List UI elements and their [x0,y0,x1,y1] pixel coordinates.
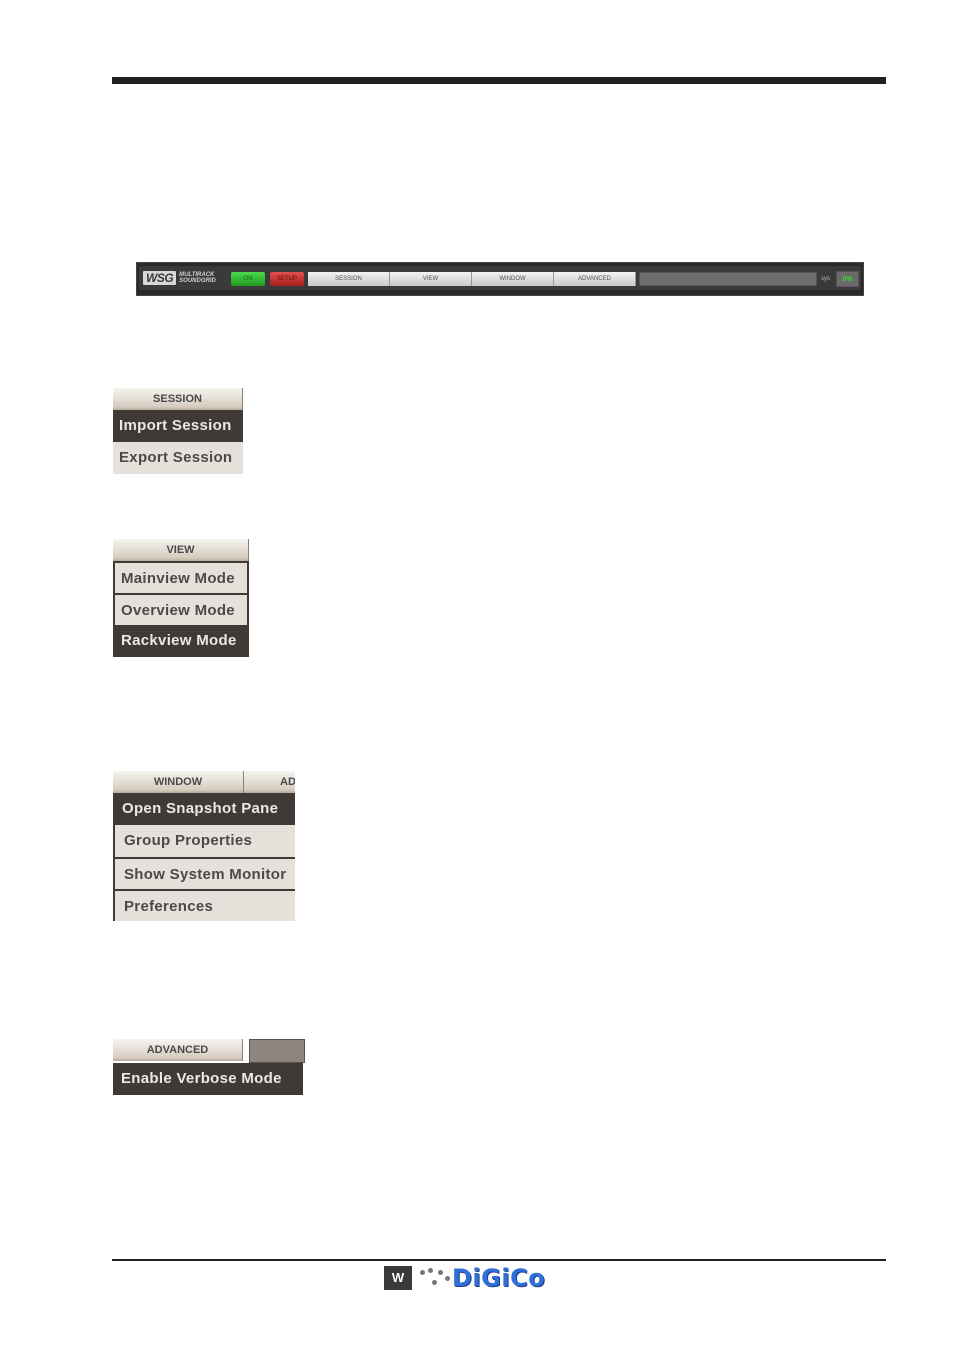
session-menu-button[interactable]: SESSION [308,272,390,286]
wsg-logo-text: MULTIRACK SOUNDGRID [179,272,216,284]
footer-rule [112,1259,886,1261]
menu-item-preferences[interactable]: Preferences [113,889,295,921]
waves-logo-icon: W [384,1266,412,1290]
status-field [639,272,817,286]
menu-item-import-session[interactable]: Import Session [113,410,243,442]
logo-line-2: SOUNDGRID [179,278,216,284]
menu-item-overview-mode[interactable]: Overview Mode [113,593,249,625]
menu-item-rackview-mode[interactable]: Rackview Mode [113,625,249,657]
menu-item-mainview-mode[interactable]: Mainview Mode [113,561,249,593]
footer-logo: W DiGiCo [384,1264,546,1292]
advanced-menu: ADVANCED Enable Verbose Mode [113,1039,305,1095]
sys-cpu-indicator: 0% [836,271,859,287]
menu-item-show-system-monitor[interactable]: Show System Monitor [113,857,295,889]
view-menu: VIEW Mainview Mode Overview Mode Rackvie… [113,539,249,657]
view-menu-button[interactable]: VIEW [390,272,472,286]
sys-label: sys [821,276,830,282]
window-menu-header[interactable]: WINDOW [113,771,244,793]
menu-item-group-properties[interactable]: Group Properties [113,825,295,857]
on-button[interactable]: ON [231,272,265,286]
window-menu-button[interactable]: WINDOW [472,272,554,286]
header-rule [112,77,886,84]
wsg-logo-mark: WSG [143,271,177,285]
menu-item-open-snapshot-pane[interactable]: Open Snapshot Pane [113,793,295,825]
advanced-menu-header-partial[interactable]: AD [244,771,295,793]
wsg-logo: WSG MULTIRACK SOUNDGRID [143,269,216,287]
menu-item-export-session[interactable]: Export Session [113,442,243,474]
menu-item-enable-verbose-mode[interactable]: Enable Verbose Mode [113,1063,303,1095]
session-menu-header[interactable]: SESSION [113,388,243,410]
setup-button[interactable]: SETUP [270,272,304,286]
digico-brand: DiGiCo [452,1264,546,1292]
adjacent-toolbar-field [249,1039,305,1063]
view-menu-header[interactable]: VIEW [113,539,249,561]
digico-dots-icon [420,1268,450,1288]
advanced-menu-header[interactable]: ADVANCED [113,1039,243,1061]
session-menu: SESSION Import Session Export Session [113,388,243,474]
multirack-toolbar: WSG MULTIRACK SOUNDGRID ON SETUP SESSION… [136,262,864,296]
window-menu: WINDOW AD Open Snapshot Pane Group Prope… [113,771,295,921]
advanced-menu-button[interactable]: ADVANCED [554,272,636,286]
